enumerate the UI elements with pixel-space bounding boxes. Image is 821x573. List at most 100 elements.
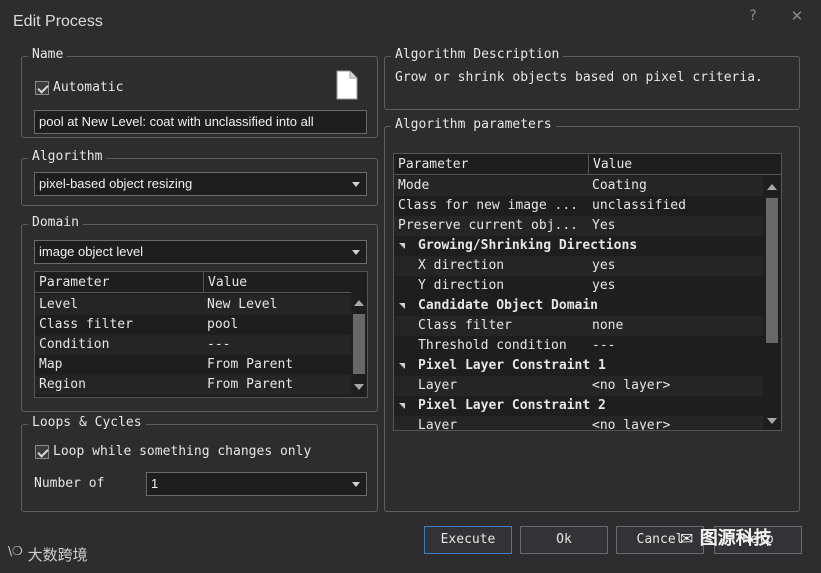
table-row[interactable]: X direction yes bbox=[394, 256, 763, 276]
parameter-cell: Mode bbox=[398, 178, 430, 193]
value-cell[interactable]: yes bbox=[592, 256, 760, 276]
table-row[interactable]: Class filter none bbox=[394, 316, 763, 336]
algorithm-legend: Algorithm bbox=[28, 149, 107, 165]
parameter-cell: X direction bbox=[418, 258, 505, 273]
automatic-label: Automatic bbox=[53, 80, 124, 95]
automatic-checkbox[interactable] bbox=[35, 81, 49, 95]
table-row[interactable]: Condition --- bbox=[35, 335, 351, 355]
watermark-left: \❍ 大数跨境 bbox=[8, 544, 88, 565]
collapse-triangle-icon[interactable] bbox=[399, 403, 405, 409]
group-title: Pixel Layer Constraint 2 bbox=[418, 398, 606, 413]
parameter-cell: Y direction bbox=[418, 278, 505, 293]
process-name-input[interactable]: pool at New Level: coat with unclassifie… bbox=[34, 110, 367, 134]
value-cell[interactable]: pool bbox=[207, 315, 349, 335]
value-cell[interactable]: Yes bbox=[592, 216, 760, 236]
group-title: Candidate Object Domain bbox=[418, 298, 599, 313]
table-row[interactable]: Preserve current obj... Yes bbox=[394, 216, 763, 236]
parameter-cell: Class filter bbox=[39, 317, 133, 332]
value-cell[interactable]: From Parent bbox=[207, 375, 349, 395]
scroll-down-icon[interactable] bbox=[767, 418, 777, 424]
parameter-cell: Condition bbox=[39, 337, 110, 352]
parameter-column-header[interactable]: Parameter bbox=[394, 154, 589, 175]
value-cell[interactable]: New Level bbox=[207, 295, 349, 315]
parameter-cell: Class filter bbox=[418, 318, 512, 333]
scroll-thumb[interactable] bbox=[766, 198, 778, 343]
number-of-cycles-value: 1 bbox=[151, 476, 159, 491]
value-cell[interactable]: --- bbox=[592, 336, 760, 356]
domain-parameter-grid: Parameter Value Level New Level Class filt… bbox=[34, 271, 368, 398]
algorithm-description-legend: Algorithm Description bbox=[391, 47, 564, 63]
ok-button[interactable]: Ok bbox=[520, 526, 608, 554]
domain-select-value: image object level bbox=[39, 244, 144, 259]
number-of-cycles-label: Number of bbox=[34, 476, 105, 491]
scroll-up-icon[interactable] bbox=[354, 300, 364, 306]
value-cell[interactable]: none bbox=[592, 316, 760, 336]
help-title-button[interactable]: ? bbox=[742, 6, 764, 26]
parameter-cell: Layer bbox=[418, 378, 458, 393]
table-row[interactable]: Threshold condition --- bbox=[394, 336, 763, 356]
value-cell[interactable]: <no layer> bbox=[592, 416, 760, 430]
parameter-cell: Layer bbox=[418, 418, 458, 431]
parameter-group-row[interactable]: Candidate Object Domain bbox=[394, 296, 763, 316]
scroll-thumb[interactable] bbox=[353, 314, 365, 374]
scroll-up-icon[interactable] bbox=[767, 184, 777, 190]
domain-scrollbar[interactable] bbox=[351, 294, 367, 397]
parameter-group-row[interactable]: Pixel Layer Constraint 1 bbox=[394, 356, 763, 376]
table-row[interactable]: Level New Level bbox=[35, 295, 351, 315]
name-legend: Name bbox=[28, 47, 68, 63]
parameter-cell: Map bbox=[39, 357, 63, 372]
parameter-cell: Level bbox=[39, 297, 79, 312]
value-cell[interactable]: --- bbox=[207, 335, 349, 355]
table-row[interactable]: Region From Parent bbox=[35, 375, 351, 395]
value-cell[interactable]: unclassified bbox=[592, 196, 760, 216]
value-cell[interactable]: yes bbox=[592, 276, 760, 296]
table-row[interactable]: Class for new image ... unclassified bbox=[394, 196, 763, 216]
watermark-left-text: 大数跨境 bbox=[27, 546, 88, 564]
close-button[interactable]: ✕ bbox=[786, 6, 808, 26]
chevron-down-icon bbox=[352, 250, 360, 255]
parameter-column-header[interactable]: Parameter bbox=[35, 272, 204, 293]
value-cell[interactable]: Coating bbox=[592, 176, 760, 196]
scroll-down-icon[interactable] bbox=[354, 384, 364, 390]
chevron-down-icon bbox=[352, 182, 360, 187]
parameter-group-row[interactable]: Growing/Shrinking Directions bbox=[394, 236, 763, 256]
collapse-triangle-icon[interactable] bbox=[399, 363, 405, 369]
loop-while-changes-checkbox[interactable] bbox=[35, 445, 49, 459]
window-title: Edit Process bbox=[13, 13, 103, 30]
collapse-triangle-icon[interactable] bbox=[399, 243, 405, 249]
table-row[interactable]: Layer <no layer> bbox=[394, 416, 763, 431]
domain-grid-header: Parameter Value bbox=[35, 272, 351, 293]
parameter-cell: Region bbox=[39, 377, 86, 392]
value-column-header[interactable]: Value bbox=[204, 272, 351, 293]
table-row[interactable]: Mode Coating bbox=[394, 176, 763, 196]
watermark-right-text: 图源科技 bbox=[699, 528, 772, 549]
chevron-down-icon bbox=[352, 482, 360, 487]
watermark-right: ✉ 图源科技 bbox=[680, 524, 772, 550]
table-row[interactable]: Y direction yes bbox=[394, 276, 763, 296]
params-scrollbar[interactable] bbox=[763, 176, 781, 430]
execute-button[interactable]: Execute bbox=[424, 526, 512, 554]
group-title: Growing/Shrinking Directions bbox=[418, 238, 638, 253]
group-title: Pixel Layer Constraint 1 bbox=[418, 358, 606, 373]
params-grid-header: Parameter Value bbox=[394, 154, 781, 175]
parameter-cell: Threshold condition bbox=[418, 338, 567, 353]
watermark-logo-icon: \❍ bbox=[8, 544, 23, 558]
algorithm-parameters-legend: Algorithm parameters bbox=[391, 117, 556, 133]
value-cell[interactable]: From Parent bbox=[207, 355, 349, 375]
loops-cycles-group: Loops & Cycles bbox=[21, 415, 378, 512]
algorithm-select[interactable]: pixel-based object resizing bbox=[34, 172, 367, 196]
collapse-triangle-icon[interactable] bbox=[399, 303, 405, 309]
document-icon[interactable] bbox=[336, 70, 358, 100]
algorithm-description-text: Grow or shrink objects based on pixel cr… bbox=[395, 70, 763, 85]
parameter-group-row[interactable]: Pixel Layer Constraint 2 bbox=[394, 396, 763, 416]
value-cell[interactable]: <no layer> bbox=[592, 376, 760, 396]
table-row[interactable]: Map From Parent bbox=[35, 355, 351, 375]
wechat-icon: ✉ bbox=[680, 529, 694, 548]
title-bar: Edit Process ? ✕ bbox=[0, 0, 821, 40]
number-of-cycles-select[interactable]: 1 bbox=[146, 472, 367, 496]
table-row[interactable]: Layer <no layer> bbox=[394, 376, 763, 396]
domain-legend: Domain bbox=[28, 215, 83, 231]
domain-select[interactable]: image object level bbox=[34, 240, 367, 264]
value-column-header[interactable]: Value bbox=[589, 154, 781, 175]
table-row[interactable]: Class filter pool bbox=[35, 315, 351, 335]
